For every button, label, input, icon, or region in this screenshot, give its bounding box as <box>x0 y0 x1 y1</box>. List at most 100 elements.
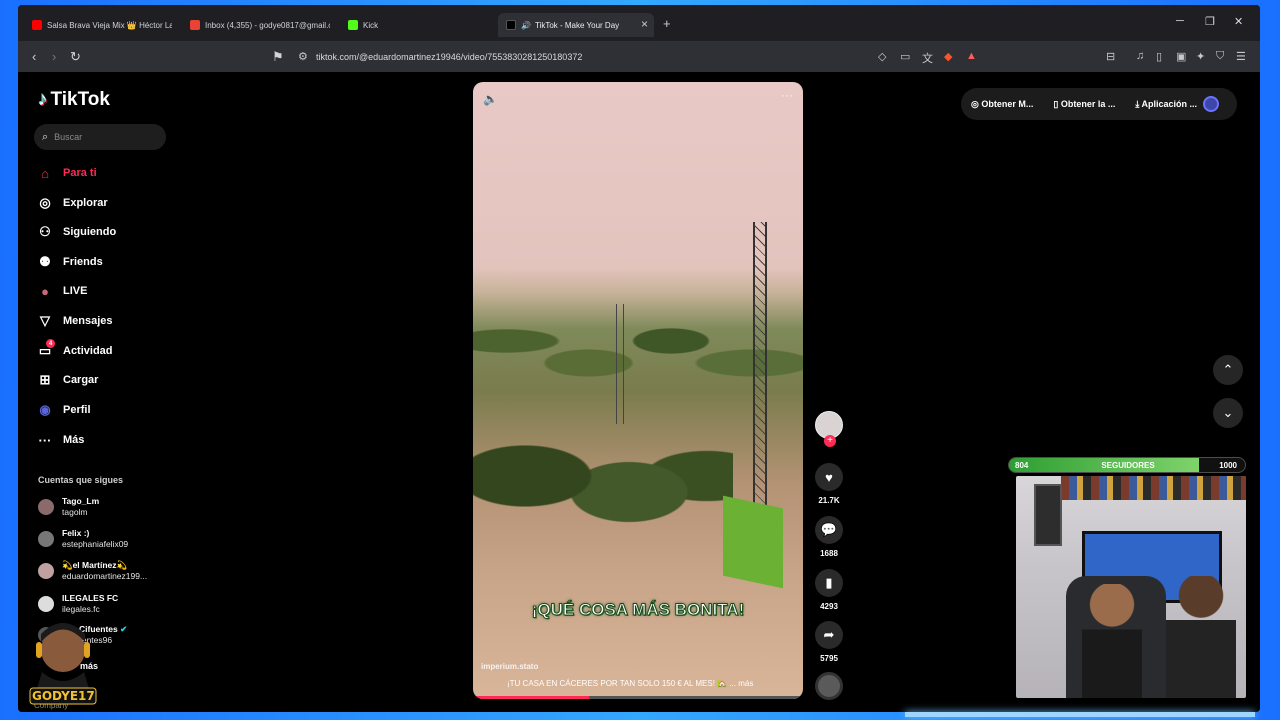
video-caption-overlay: ¡QUÉ COSA MÁS BONITA! <box>531 600 745 620</box>
account-item[interactable]: 💫el Martínez💫 eduardomartinez199... <box>38 560 147 582</box>
tiktok-logo[interactable]: ♪ TikTok <box>38 89 110 111</box>
desktop-app-label: Aplicación ... <box>1141 98 1198 109</box>
video-description[interactable]: ¡TU CASA EN CÁCERES POR TAN SOLO 150 € A… <box>507 679 753 688</box>
video-green-tarp <box>723 495 783 589</box>
forward-icon[interactable]: › <box>52 49 56 64</box>
minimize-button[interactable]: ─ <box>1176 15 1184 27</box>
nav-mensajes[interactable]: ▽ Mensajes <box>34 309 113 333</box>
webcam-poster <box>1034 484 1062 546</box>
tab-tiktok[interactable]: 🔊 TikTok - Make Your Day × <box>498 13 654 37</box>
search-input[interactable]: ⌕ Buscar <box>34 124 166 150</box>
frame-glow <box>905 712 1255 717</box>
following-section-title: Cuentas que sigues <box>38 475 124 485</box>
share-icon[interactable]: ➦ <box>815 621 843 649</box>
wallet-icon[interactable]: ▣ <box>1176 50 1186 63</box>
account-item[interactable]: Felix :) estephaniafelix09 <box>38 528 128 550</box>
video-watermark: imperium.stato <box>481 662 539 671</box>
get-app-button[interactable]: ▯ Obtener la ... <box>1053 99 1125 110</box>
upload-icon: ⊞ <box>39 372 51 387</box>
heart-icon[interactable]: ♥ <box>815 463 843 491</box>
kick-icon <box>348 20 358 30</box>
activity-icon: ▭ 4 <box>34 339 56 360</box>
get-coins-label: Obtener M... <box>981 98 1034 109</box>
video-power-tower <box>753 222 767 542</box>
menu-icon[interactable]: ☰ <box>1236 50 1246 63</box>
sidebar-toggle-icon[interactable]: ▯ <box>1156 50 1162 63</box>
account-name: Felix :) <box>62 528 90 538</box>
site-settings-icon[interactable]: ⚙ <box>298 50 308 63</box>
volume-icon[interactable]: 🔈 <box>483 92 498 106</box>
bookmark-icon[interactable]: ▮ <box>815 569 843 597</box>
browser-window: Salsa Brava Vieja Mix 👑 Héctor Lavo Inbo… <box>18 5 1260 712</box>
nav-label: Explorar <box>63 197 108 209</box>
new-tab-button[interactable]: + <box>663 16 671 31</box>
nav-mas[interactable]: ··· Más <box>34 428 85 452</box>
nav-label: Cargar <box>63 374 99 386</box>
leo-ai-icon[interactable]: ✦ <box>1196 50 1205 63</box>
address-bar-row: ‹ › ↻ ⚑ ⚙ tiktok.com/@eduardomartinez199… <box>18 41 1260 72</box>
media-icon[interactable]: ◇ <box>878 50 886 63</box>
nav-live[interactable]: ● LIVE <box>34 279 87 303</box>
url-field[interactable]: tiktok.com/@eduardomartinez19946/video/7… <box>316 52 582 62</box>
account-handle: tagolm <box>62 507 88 517</box>
user-avatar[interactable] <box>1203 96 1219 112</box>
close-window-button[interactable]: ✕ <box>1234 15 1243 28</box>
tab-search-icon[interactable]: ⊟ <box>1106 50 1115 63</box>
tab-kick[interactable]: Kick <box>348 14 488 36</box>
follower-goal: 1000 <box>1219 461 1237 470</box>
desktop-app-button[interactable]: ⤓ Aplicación ... <box>1135 99 1207 110</box>
account-item[interactable]: Tago_Lm tagolm <box>38 496 99 518</box>
share-action[interactable]: ➦ 5795 <box>815 621 843 663</box>
save-count: 4293 <box>820 602 838 611</box>
nav-explorar[interactable]: ◎ Explorar <box>34 191 108 215</box>
restore-button[interactable]: ❐ <box>1205 15 1215 28</box>
video-progress-bar[interactable] <box>473 696 803 699</box>
live-icon: ● <box>41 283 49 299</box>
next-video-button[interactable]: ⌄ <box>1213 398 1243 428</box>
account-name: Tago_Lm <box>62 496 100 506</box>
video-more-icon[interactable]: ··· <box>781 88 793 102</box>
cast-icon[interactable]: ▭ <box>900 50 910 63</box>
tab-gmail[interactable]: Inbox (4,355) - godye0817@gmail.co <box>190 14 330 36</box>
more-icon: ··· <box>38 432 52 448</box>
streamer-name-tag: GODYE17 <box>32 689 95 703</box>
tab-youtube[interactable]: Salsa Brava Vieja Mix 👑 Héctor Lavo <box>32 14 172 36</box>
nav-actividad[interactable]: ▭ 4 Actividad <box>34 339 113 363</box>
bookmark-icon[interactable]: ⚑ <box>272 49 284 65</box>
tiktok-note-icon: ♪ <box>38 89 48 110</box>
save-action[interactable]: ▮ 4293 <box>815 569 843 611</box>
home-icon: ⌂ <box>41 165 49 181</box>
music-disc-icon[interactable] <box>815 672 843 700</box>
streamer-avatar-overlay: GODYE17 <box>28 612 98 707</box>
chevron-up-icon: ⌃ <box>1222 362 1234 377</box>
nav-label: Mensajes <box>63 315 113 327</box>
back-icon[interactable]: ‹ <box>32 49 36 64</box>
like-action[interactable]: ♥ 21.7K <box>815 463 843 505</box>
translate-icon[interactable]: 文 <box>922 50 933 66</box>
comment-action[interactable]: 💬 1688 <box>815 516 843 558</box>
nav-friends[interactable]: ⚉ Friends <box>34 250 103 274</box>
get-coins-button[interactable]: ◎ Obtener M... <box>971 99 1043 110</box>
nav-cargar[interactable]: ⊞ Cargar <box>34 368 99 392</box>
nav-perfil[interactable]: ◉ Perfil <box>34 398 90 422</box>
nav-siguiendo[interactable]: ⚇ Siguiendo <box>34 220 116 244</box>
comment-icon[interactable]: 💬 <box>815 516 843 544</box>
brave-shield-icon[interactable]: ◆ <box>944 50 952 63</box>
nav-label: Más <box>63 434 85 446</box>
account-handle: eduardomartinez199... <box>62 571 148 581</box>
follower-goal-bar: 804 SEGUIDORES 1000 <box>1008 457 1246 473</box>
profile-icon: ◉ <box>39 402 51 417</box>
rewards-icon[interactable]: ▲ <box>966 50 977 62</box>
reload-icon[interactable]: ↻ <box>70 49 81 65</box>
comment-count: 1688 <box>820 549 838 558</box>
avatar <box>38 499 54 515</box>
follower-label: SEGUIDORES <box>1101 461 1155 470</box>
share-count: 5795 <box>820 654 838 663</box>
nav-para-ti[interactable]: ⌂ Para ti <box>34 161 97 185</box>
vpn-icon[interactable]: ⛉ <box>1216 50 1224 63</box>
follow-plus-icon[interactable]: + <box>824 435 836 447</box>
music-icon[interactable]: ♫ <box>1136 50 1144 62</box>
previous-video-button[interactable]: ⌃ <box>1213 355 1243 385</box>
close-tab-icon[interactable]: × <box>641 17 648 31</box>
video-player[interactable]: 🔈 ··· ¡QUÉ COSA MÁS BONITA! imperium.sta… <box>473 82 803 699</box>
